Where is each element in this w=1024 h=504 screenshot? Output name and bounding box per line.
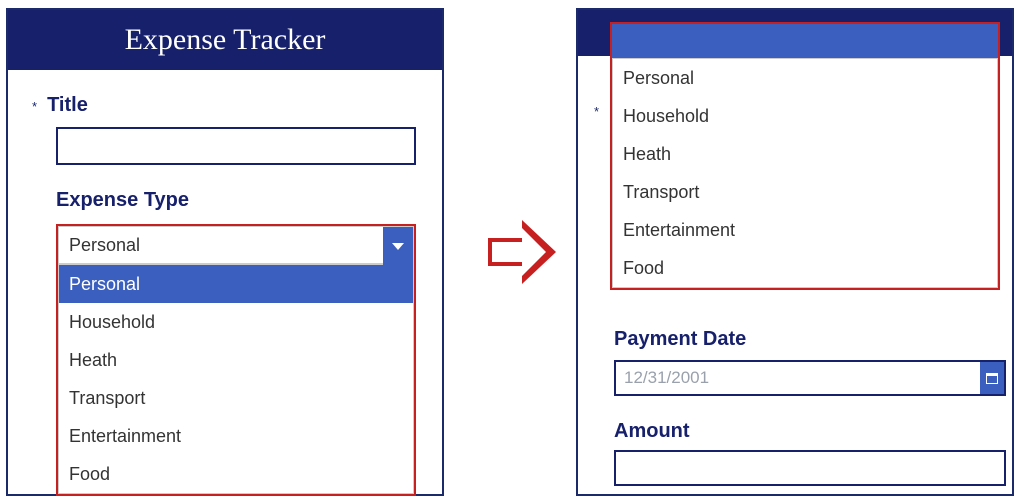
- expense-type-option[interactable]: Personal: [613, 59, 997, 97]
- payment-date-label: Payment Date: [614, 328, 746, 351]
- calendar-icon: [986, 373, 998, 384]
- expense-type-option[interactable]: Transport: [613, 173, 997, 211]
- popup-selected-bar[interactable]: [612, 24, 998, 58]
- expense-type-option-list: Personal Household Heath Transport Enter…: [58, 264, 414, 494]
- expense-type-label: Expense Type: [56, 189, 422, 212]
- app-title: Expense Tracker: [8, 10, 442, 70]
- title-label: Title: [47, 94, 88, 117]
- expense-type-option[interactable]: Food: [613, 249, 997, 287]
- expense-type-option[interactable]: Transport: [59, 379, 413, 417]
- expense-type-option[interactable]: Household: [613, 97, 997, 135]
- calendar-button[interactable]: [980, 362, 1004, 394]
- expense-type-option[interactable]: Food: [59, 455, 413, 493]
- expense-type-option-list: Personal Household Heath Transport Enter…: [612, 58, 998, 288]
- expense-type-option[interactable]: Entertainment: [613, 211, 997, 249]
- chevron-down-icon: [392, 243, 404, 250]
- expense-type-popup: Personal Household Heath Transport Enter…: [610, 22, 1000, 290]
- amount-input[interactable]: [614, 450, 1006, 486]
- payment-date-placeholder: 12/31/2001: [624, 368, 709, 388]
- expense-type-option[interactable]: Heath: [613, 135, 997, 173]
- expense-type-selected[interactable]: Personal: [58, 226, 414, 264]
- transition-arrow-icon: [488, 220, 558, 284]
- expense-type-option[interactable]: Heath: [59, 341, 413, 379]
- dropdown-toggle-button[interactable]: [383, 227, 413, 265]
- expense-type-dropdown[interactable]: Personal Personal Household Heath Transp…: [56, 224, 416, 496]
- payment-date-input[interactable]: 12/31/2001: [614, 360, 1006, 396]
- expense-type-option[interactable]: Entertainment: [59, 417, 413, 455]
- expense-type-option[interactable]: Household: [59, 303, 413, 341]
- expense-tracker-panel-right: * Personal Household Heath Transport Ent…: [576, 8, 1014, 496]
- required-marker: *: [32, 99, 37, 114]
- expense-type-option[interactable]: Personal: [59, 265, 413, 303]
- title-input[interactable]: [56, 127, 416, 165]
- expense-type-selected-text: Personal: [69, 235, 140, 256]
- expense-tracker-panel-left: Expense Tracker * Title Expense Type Per…: [6, 8, 444, 496]
- amount-label: Amount: [614, 420, 690, 443]
- required-marker: *: [594, 104, 599, 119]
